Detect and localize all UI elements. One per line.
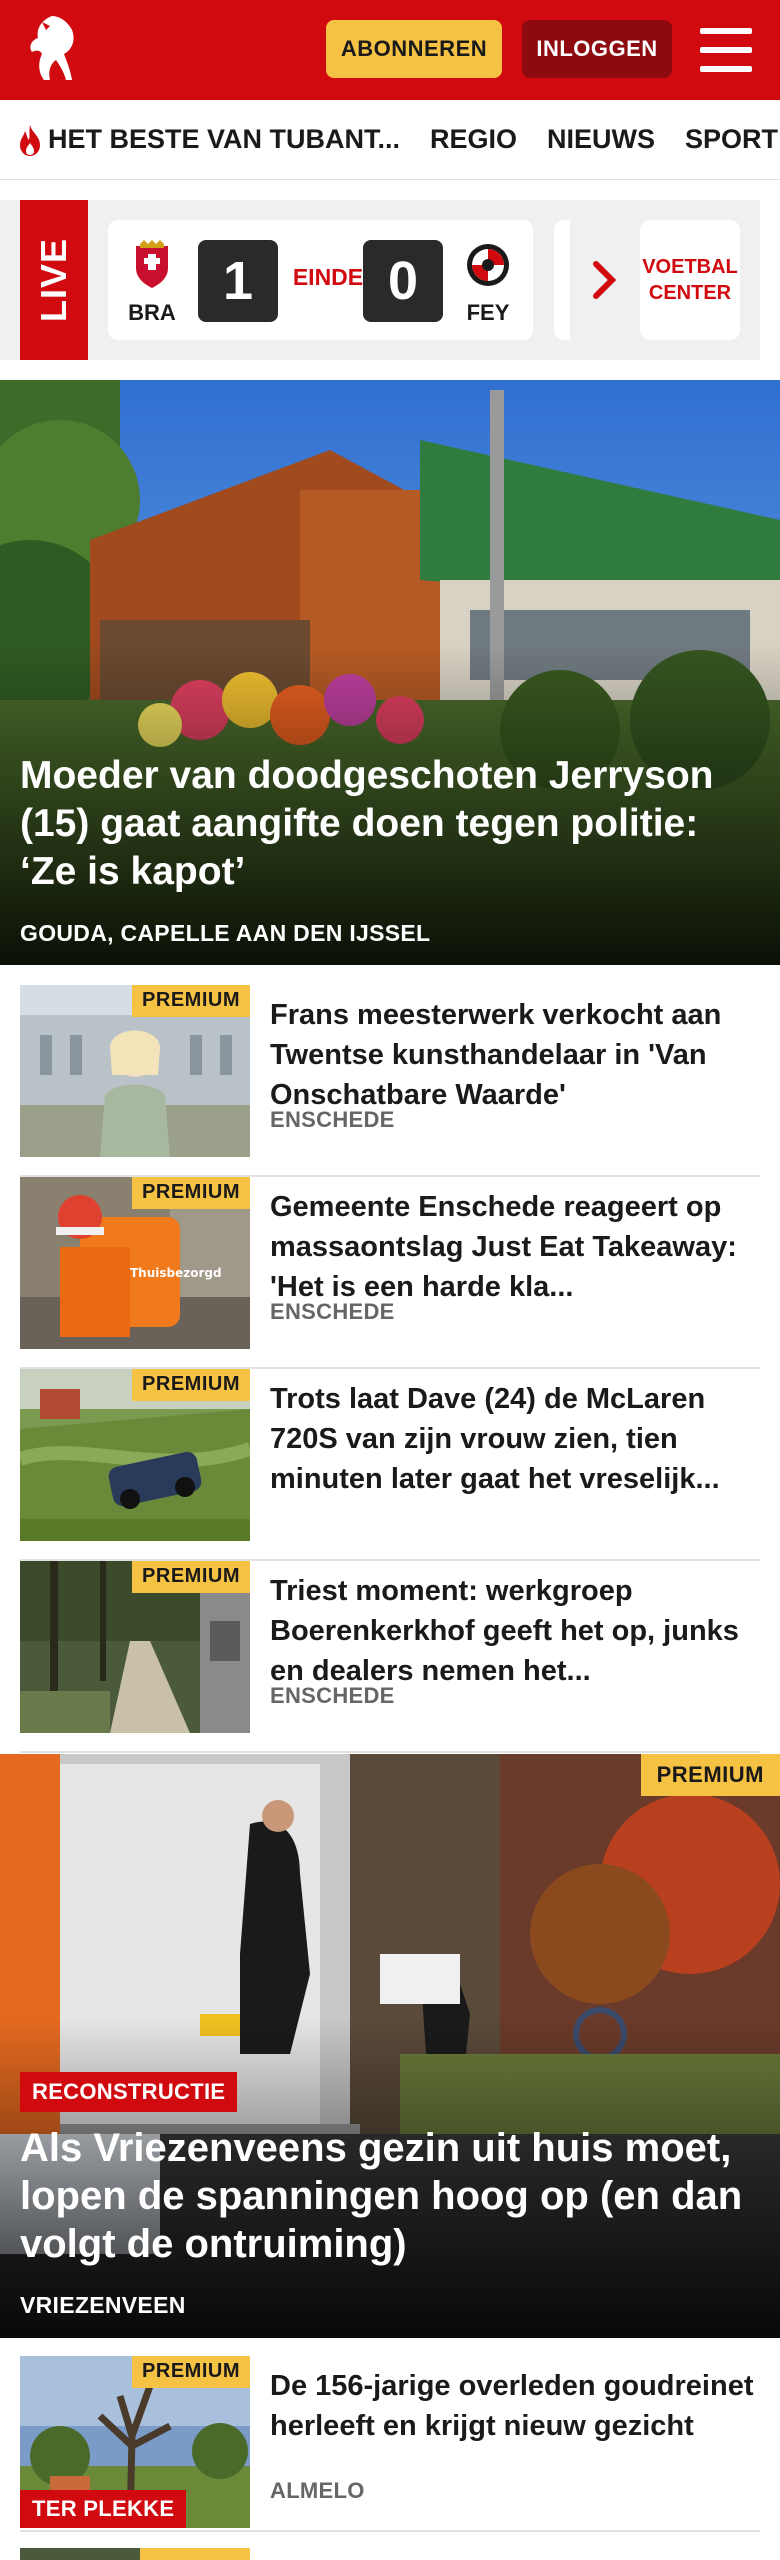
- home-team: BRA: [122, 240, 182, 326]
- article-location: ENSCHEDE: [270, 1683, 395, 1708]
- chevron-right-icon[interactable]: [590, 258, 620, 302]
- reconstructie-label: RECONSTRUCTIE: [20, 2072, 238, 2112]
- match-status: EINDE: [292, 264, 364, 290]
- article-location: ENSCHEDE: [270, 1299, 395, 1324]
- premium-badge: PREMIUM: [132, 2356, 250, 2388]
- article-title[interactable]: Triest moment: werkgroep Boerenkerkhof g…: [270, 1571, 758, 1691]
- list-item[interactable]: PREMIUM TER PLEKKE De 156-jarige overled…: [20, 2356, 760, 2532]
- home-team-abbr: BRA: [128, 300, 176, 325]
- article-thumbnail: PREMIUM TER PLEKKE: [20, 2356, 250, 2528]
- tubantia-horse-logo-icon[interactable]: [20, 10, 84, 90]
- hero-location: GOUDA, CAPELLE AAN DEN IJSSEL: [20, 920, 431, 946]
- list-item[interactable]: Thuisbezorgd PREMIUM Gemeente Enschede r…: [20, 1177, 760, 1369]
- article-thumbnail: Thuisbezorgd PREMIUM: [20, 1177, 250, 1349]
- article-title[interactable]: Frans meesterwerk verkocht aan Twentse k…: [270, 995, 758, 1115]
- site-header: ABONNEREN INLOGGEN: [0, 0, 780, 100]
- article-thumbnail: PREMIUM: [20, 985, 250, 1157]
- nav-item-label: HET BESTE VAN TUBANT...: [48, 124, 401, 154]
- premium-badge: PREMIUM: [132, 1177, 250, 1209]
- live-score-bar: LIVE BRA 1 EINDE 0 FEY VOETBAL CENTER: [0, 200, 760, 360]
- voetbal-center-button[interactable]: VOETBAL CENTER: [640, 220, 740, 340]
- away-team: FEY: [458, 240, 518, 326]
- article-title[interactable]: Gemeente Enschede reageert op massaontsl…: [270, 1187, 758, 1307]
- article-thumbnail: PREMIUM: [20, 1561, 250, 1733]
- match-card[interactable]: BRA 1 EINDE 0 FEY: [108, 220, 533, 340]
- article-location: ALMELO: [270, 2478, 365, 2503]
- article-title[interactable]: De 156-jarige overleden goudreinet herle…: [270, 2366, 758, 2446]
- svg-text:Thuisbezorgd: Thuisbezorgd: [130, 1266, 222, 1280]
- nav-item-sport[interactable]: SPORT: [685, 124, 778, 155]
- list-item[interactable]: PREMIUM Trots laat Dave (24) de McLaren …: [20, 1369, 760, 1561]
- flame-icon: [20, 124, 40, 156]
- next-match-card[interactable]: [554, 220, 570, 340]
- nav-item-regio[interactable]: REGIO: [430, 124, 517, 155]
- premium-badge: PREMIUM: [132, 1561, 250, 1593]
- ter-plekke-label: TER PLEKKE: [20, 2490, 187, 2528]
- next-article-thumbnail[interactable]: [20, 2548, 250, 2560]
- live-label: LIVE: [20, 200, 88, 360]
- premium-badge: PREMIUM: [132, 1369, 250, 1401]
- hero-article[interactable]: Moeder van doodgeschoten Jerryson (15) g…: [0, 380, 780, 965]
- feyenoord-crest-icon: [467, 244, 509, 286]
- away-team-abbr: FEY: [466, 300, 510, 325]
- feature-article[interactable]: PREMIUM RECONSTRUCTIE Als Vriezenveens g…: [0, 1754, 780, 2338]
- article-location: ENSCHEDE: [270, 1107, 395, 1132]
- feature-location: VRIEZENVEEN: [20, 2292, 186, 2318]
- hero-title[interactable]: Moeder van doodgeschoten Jerryson (15) g…: [20, 752, 760, 896]
- category-nav: HET BESTE VAN TUBANT... REGIO NIEUWS SPO…: [0, 100, 780, 180]
- article-title[interactable]: Trots laat Dave (24) de McLaren 720S van…: [270, 1379, 758, 1499]
- nav-item-best-of[interactable]: HET BESTE VAN TUBANT...: [16, 123, 400, 157]
- list-item[interactable]: PREMIUM Triest moment: werkgroep Boerenk…: [20, 1561, 760, 1753]
- braga-crest-icon: [136, 240, 168, 288]
- premium-badge: PREMIUM: [640, 1754, 780, 1796]
- nav-item-nieuws[interactable]: NIEUWS: [547, 124, 655, 155]
- away-score: 0: [363, 240, 443, 322]
- hamburger-menu-icon[interactable]: [700, 28, 752, 72]
- home-score: 1: [198, 240, 278, 322]
- article-thumbnail: PREMIUM: [20, 1369, 250, 1541]
- subscribe-button[interactable]: ABONNEREN: [326, 20, 502, 78]
- list-item[interactable]: PREMIUM Frans meesterwerk verkocht aan T…: [20, 985, 760, 1177]
- login-button[interactable]: INLOGGEN: [522, 20, 672, 78]
- feature-title[interactable]: Als Vriezenveens gezin uit huis moet, lo…: [20, 2124, 765, 2268]
- premium-badge: PREMIUM: [132, 985, 250, 1017]
